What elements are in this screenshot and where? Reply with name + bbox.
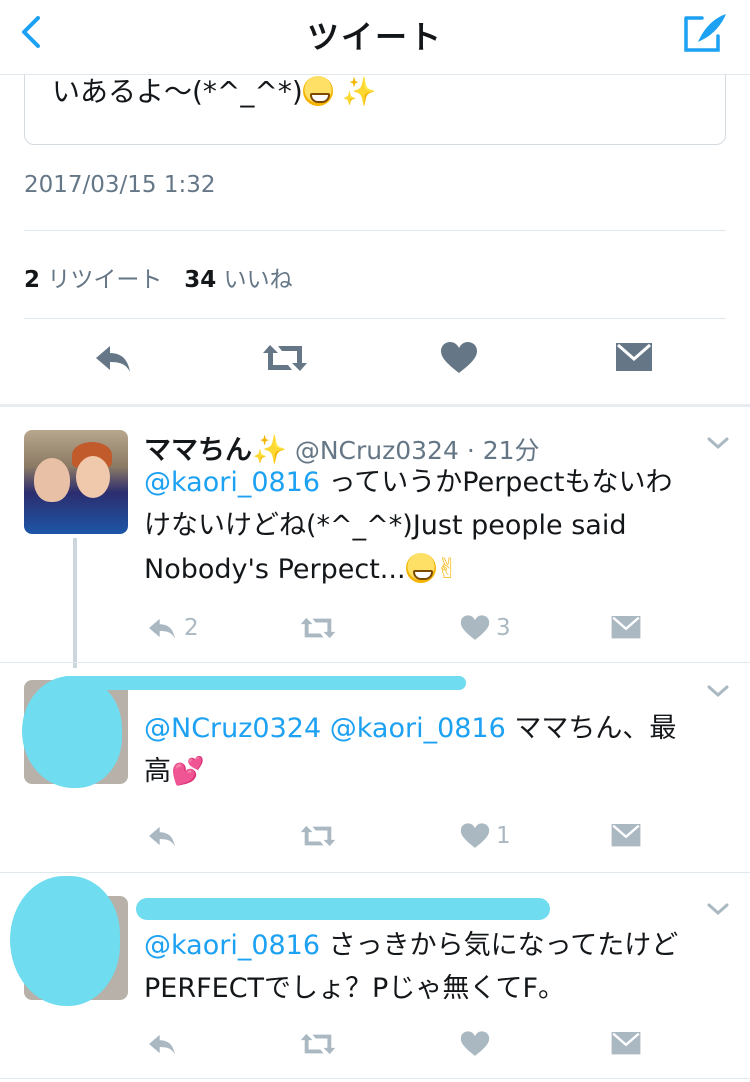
- two-hearts-emoji-icon: 💕: [171, 756, 205, 787]
- reply-button[interactable]: [146, 1022, 178, 1066]
- reply-action-bar: [0, 1022, 750, 1072]
- retweet-button[interactable]: [262, 336, 308, 380]
- reply-text: @kaori_0816 っていうかPerpectもないわ けないけどね(*^_^…: [144, 467, 673, 585]
- like-button[interactable]: 3: [460, 606, 511, 650]
- dm-button[interactable]: [610, 814, 642, 858]
- reply-action-bar: 2 3: [0, 606, 750, 656]
- retweet-icon: [263, 345, 307, 371]
- dropdown-caret-icon[interactable]: [706, 684, 730, 698]
- reply-icon: [96, 346, 130, 372]
- mention-link[interactable]: @NCruz0324: [144, 713, 321, 744]
- dropdown-caret-icon[interactable]: [706, 436, 730, 450]
- navigation-bar: ツイート: [0, 0, 750, 75]
- redaction-scribble: [60, 676, 466, 690]
- retweet-icon: [300, 617, 336, 639]
- redaction-scribble: [136, 898, 550, 920]
- tweet-action-bar: [0, 336, 750, 386]
- tweet-text: いあるよ〜(*^_^*) ✨: [52, 75, 377, 108]
- reply-icon: [149, 826, 175, 847]
- victory-hand-emoji-icon: ✌: [435, 552, 459, 585]
- avatar-photo: [24, 430, 128, 534]
- heart-icon: [460, 823, 490, 848]
- like-button[interactable]: [460, 1022, 490, 1066]
- dropdown-caret-icon[interactable]: [706, 902, 730, 916]
- redaction-scribble: [10, 876, 120, 1006]
- retweet-count[interactable]: 2: [24, 267, 40, 293]
- section-separator: [0, 404, 750, 407]
- heart-icon: [460, 1031, 490, 1056]
- sweat-smile-emoji-icon: [302, 76, 333, 106]
- like-count: 3: [496, 615, 511, 641]
- reply-text: @kaori_0816 さっきから気になってたけど PERFECTでしょ？Pじゃ…: [144, 930, 679, 1004]
- tweet-timestamp: 2017/03/15 1:32: [24, 172, 216, 198]
- mention-link[interactable]: @kaori_0816: [330, 713, 506, 744]
- grinning-emoji-icon: [405, 553, 436, 583]
- reply-text: @NCruz0324 @kaori_0816 ママちん、最 高💕: [144, 713, 677, 787]
- sparkles-emoji-icon: ✨: [341, 75, 377, 108]
- dm-envelope-icon: [611, 616, 641, 639]
- compose-icon[interactable]: [682, 10, 730, 54]
- heart-icon: [441, 342, 477, 373]
- reply-button[interactable]: [146, 814, 178, 858]
- like-count[interactable]: 34: [184, 267, 216, 293]
- dm-envelope-icon: [611, 1032, 641, 1055]
- retweet-icon: [300, 1033, 336, 1055]
- divider: [0, 1078, 750, 1079]
- retweet-button[interactable]: [300, 814, 336, 858]
- divider: [0, 662, 750, 663]
- retweet-button[interactable]: [300, 606, 336, 650]
- dm-button[interactable]: [610, 606, 642, 650]
- like-count: 1: [496, 823, 511, 849]
- reply-icon: [149, 1034, 175, 1055]
- redaction-scribble: [22, 676, 122, 788]
- reply-count: 2: [184, 615, 199, 641]
- mention-link[interactable]: @kaori_0816: [144, 467, 320, 498]
- heart-icon: [460, 615, 490, 640]
- divider: [0, 872, 750, 873]
- like-button[interactable]: [440, 336, 478, 380]
- dm-button[interactable]: [614, 336, 654, 380]
- dm-envelope-icon: [616, 343, 652, 371]
- dm-button[interactable]: [610, 1022, 642, 1066]
- reply-icon: [149, 618, 175, 639]
- reply-button[interactable]: 2: [146, 606, 199, 650]
- tweet-stats: 2 リツイート 34 いいね: [24, 260, 293, 294]
- avatar[interactable]: [24, 430, 128, 534]
- reply-action-bar: 1: [0, 814, 750, 864]
- retweet-label[interactable]: リツイート: [47, 267, 162, 293]
- page-title: ツイート: [306, 18, 443, 56]
- retweet-button[interactable]: [300, 1022, 336, 1066]
- retweet-icon: [300, 825, 336, 847]
- divider: [24, 318, 726, 319]
- mention-link[interactable]: @kaori_0816: [144, 930, 320, 961]
- dm-envelope-icon: [611, 824, 641, 847]
- divider: [24, 230, 726, 231]
- reply-button[interactable]: [92, 336, 134, 380]
- like-button[interactable]: 1: [460, 814, 511, 858]
- like-label[interactable]: いいね: [224, 267, 293, 293]
